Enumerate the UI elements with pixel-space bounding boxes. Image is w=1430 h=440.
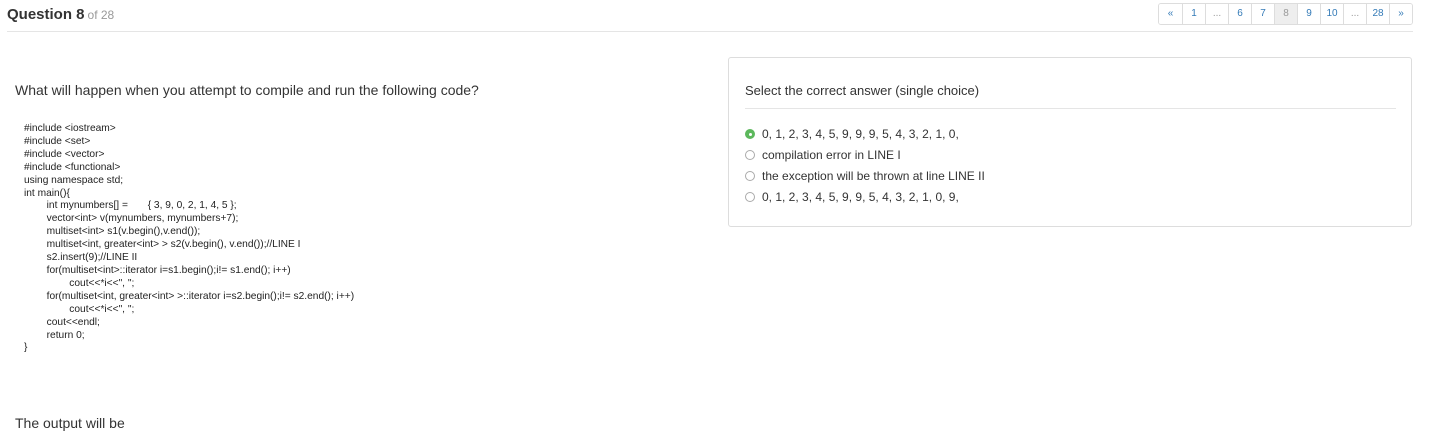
page-6-button[interactable]: 6 [1228,4,1251,24]
answer-panel-title: Select the correct answer (single choice… [745,83,980,98]
answer-panel: Select the correct answer (single choice… [728,57,1412,227]
answer-option-2[interactable]: compilation error in LINE I [745,147,901,163]
page-7-button[interactable]: 7 [1251,4,1274,24]
question-title: Question 8 of 28 [7,6,114,23]
answer-panel-divider [745,108,1396,109]
question-prompt: What will happen when you attempt to com… [15,82,479,98]
page-9-button[interactable]: 9 [1297,4,1320,24]
page-prev-button[interactable]: « [1159,4,1182,24]
page-8-current: 8 [1274,4,1297,24]
answer-option-3[interactable]: the exception will be thrown at line LIN… [745,168,985,184]
page-ellipsis: ... [1343,4,1366,24]
radio-icon[interactable] [745,192,755,202]
answer-option-label: 0, 1, 2, 3, 4, 5, 9, 9, 5, 4, 3, 2, 1, 0… [762,190,959,204]
page-ellipsis: ... [1205,4,1228,24]
answer-option-label: the exception will be thrown at line LIN… [762,169,985,183]
header-divider [7,31,1413,32]
answer-option-1[interactable]: 0, 1, 2, 3, 4, 5, 9, 9, 9, 5, 4, 3, 2, 1… [745,126,959,142]
question-header: Question 8 of 28 « 1 ... 6 7 8 9 10 ... 2… [0,0,1430,32]
question-number: Question 8 [7,6,85,23]
page-10-button[interactable]: 10 [1320,4,1343,24]
radio-icon[interactable] [745,171,755,181]
output-label: The output will be [15,415,125,431]
answer-option-label: 0, 1, 2, 3, 4, 5, 9, 9, 9, 5, 4, 3, 2, 1… [762,127,959,141]
page-28-button[interactable]: 28 [1366,4,1389,24]
answer-option-label: compilation error in LINE I [762,148,901,162]
radio-selected-icon[interactable] [745,129,755,139]
page-next-button[interactable]: » [1389,4,1412,24]
page-1-button[interactable]: 1 [1182,4,1205,24]
question-count: of 28 [87,8,115,22]
answer-option-4[interactable]: 0, 1, 2, 3, 4, 5, 9, 9, 5, 4, 3, 2, 1, 0… [745,189,959,205]
radio-icon[interactable] [745,150,755,160]
code-listing: #include <iostream> #include <set> #incl… [24,123,355,354]
pagination: « 1 ... 6 7 8 9 10 ... 28 » [1158,3,1413,25]
